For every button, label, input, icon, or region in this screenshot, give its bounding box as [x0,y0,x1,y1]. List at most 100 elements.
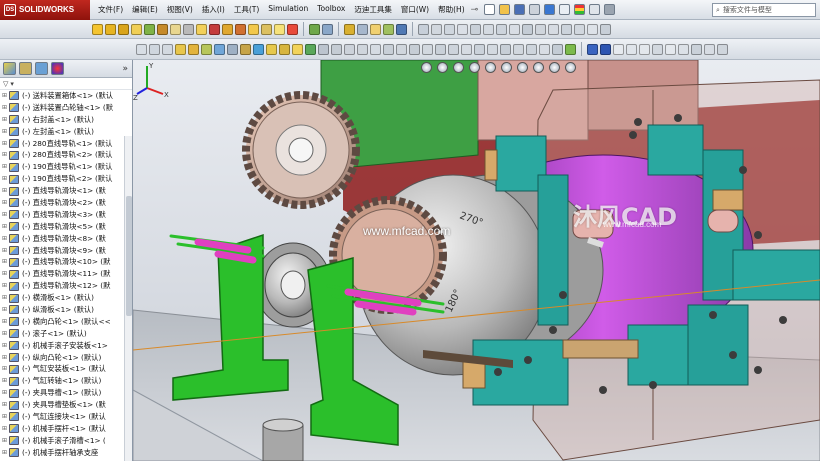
expand-icon[interactable]: ⊞ [2,340,9,352]
smart-fasteners-icon[interactable] [383,23,394,35]
teal-block-8[interactable] [687,304,749,386]
key-icon[interactable] [474,43,485,55]
expand-icon[interactable]: ⊞ [2,316,9,328]
tree-item[interactable]: ⊞ (-) 直线导轨滑块<2> (默 [0,197,132,209]
tree-item[interactable]: ⊞ (-) 机械手滚子安装板<1> [0,340,132,352]
tree-item[interactable]: ⊞ (-) 气缸安装板<1> (默认 [0,363,132,375]
section-view-icon[interactable] [457,23,468,35]
collapse-panel-icon[interactable]: » [122,64,128,74]
realview-icon[interactable] [535,23,546,35]
hide-show-icon[interactable] [496,23,507,35]
tree-item[interactable]: ⊞ (-) 机械手摆杆轴承支座 [0,447,132,459]
chamfer-icon[interactable] [183,23,194,35]
tree-item[interactable]: ⊞ (-) 气缸转轴<1> (默认) [0,375,132,387]
section-view-icon[interactable] [469,62,480,73]
new-document-icon[interactable] [484,4,496,15]
expand-icon[interactable]: ⊞ [2,209,9,221]
previous-view-icon[interactable] [453,62,464,73]
expand-icon[interactable]: ⊞ [2,292,9,304]
app-logo[interactable]: DS SOLIDWORKS [0,0,90,20]
undo-icon[interactable] [544,4,556,15]
loft-icon[interactable] [157,23,168,35]
belt-icon[interactable] [526,43,537,55]
rotate-component-icon[interactable] [370,23,381,35]
camera-icon[interactable] [600,23,611,35]
perspective-icon[interactable] [574,23,585,35]
expand-icon[interactable]: ⊞ [2,423,9,435]
instant3d-icon[interactable] [287,23,298,35]
appearance-tab-icon[interactable] [51,62,64,75]
previous-view-icon[interactable] [162,43,173,55]
reference-plane-icon[interactable] [587,43,598,55]
display-style-icon[interactable] [501,62,512,73]
expand-icon[interactable]: ⊞ [2,328,9,340]
surface-icon[interactable] [214,43,225,55]
tan-slide-3[interactable] [712,189,744,211]
text-icon[interactable] [613,43,624,55]
tree-item[interactable]: ⊞ (-) 280直线导轨<1> (默认 [0,138,132,150]
expand-icon[interactable]: ⊞ [2,447,9,459]
expand-icon[interactable]: ⊞ [2,256,9,268]
move-component-icon[interactable] [357,23,368,35]
property-manager-tab-icon[interactable] [19,62,32,75]
table-icon[interactable] [665,43,676,55]
expand-icon[interactable]: ⊞ [2,280,9,292]
tree-item[interactable]: ⊞ (-) 横向凸轮<1> (默认<< [0,316,132,328]
tree-item[interactable]: ⊞ (-) 280直线导轨<2> (默认 [0,149,132,161]
hole-wizard-icon[interactable] [248,23,259,35]
tree-item[interactable]: ⊞ (-) 直线导轨滑块<12> (默 [0,280,132,292]
tree-item[interactable]: ⊞ (-) 横滑板<1> (默认) [0,292,132,304]
shell-icon[interactable] [196,23,207,35]
teal-block-3[interactable] [537,174,569,326]
tan-slide-2[interactable] [562,339,639,359]
simulation-icon[interactable] [305,43,316,55]
more-tools-icon[interactable] [717,43,728,55]
appearance-icon[interactable] [509,23,520,35]
image-icon[interactable] [704,43,715,55]
expand-icon[interactable]: ⊞ [2,363,9,375]
tree-item[interactable]: ⊞ (-) 送料装置箱体<1> (默认 [0,90,132,102]
rebuild-icon[interactable] [574,4,586,15]
feature-tree-tab-icon[interactable] [3,62,16,75]
photoview-icon[interactable] [292,43,303,55]
bolt-icon[interactable] [422,43,433,55]
expand-icon[interactable]: ⊞ [2,304,9,316]
curves-icon[interactable] [274,23,285,35]
edit-appearance-icon[interactable] [533,62,544,73]
display-style-icon[interactable] [483,23,494,35]
weldment-icon[interactable] [240,43,251,55]
frame-icon[interactable] [678,43,689,55]
mold-tools-icon[interactable] [253,43,264,55]
tree-item[interactable]: ⊞ (-) 纵滑板<1> (默认) [0,304,132,316]
tree-item[interactable]: ⊞ (-) 190直线导轨<1> (默认 [0,161,132,173]
expand-icon[interactable]: ⊞ [2,185,9,197]
scrollbar-thumb[interactable] [126,196,132,316]
assembly-icon[interactable] [188,43,199,55]
tree-item[interactable]: ⊞ (-) 直线导轨滑块<8> (默 [0,233,132,245]
export-icon[interactable] [691,43,702,55]
view-orientation-icon[interactable] [470,23,481,35]
tree-item[interactable]: ⊞ (-) 滚子<1> (默认) [0,328,132,340]
hide-show-items-icon[interactable] [517,62,528,73]
expand-icon[interactable]: ⊞ [2,233,9,245]
file-properties-icon[interactable] [589,4,601,15]
rib-icon[interactable] [209,23,220,35]
pin-menu-icon[interactable]: ⊸ [471,5,479,15]
expand-icon[interactable]: ⊞ [2,161,9,173]
expand-icon[interactable]: ⊞ [2,114,9,126]
washer-icon[interactable] [448,43,459,55]
apply-scene-icon[interactable] [549,62,560,73]
sketch-tools-icon[interactable] [552,43,563,55]
tree-item[interactable]: ⊞ (-) 送料装置凸轮轴<1> (默 [0,102,132,114]
shadows-icon[interactable] [548,23,559,35]
tree-item[interactable]: ⊞ (-) 直线导轨滑块<3> (默 [0,209,132,221]
teal-block-2[interactable] [647,124,704,176]
ambient-occlusion-icon[interactable] [561,23,572,35]
motion-icon[interactable] [279,43,290,55]
routing-icon[interactable] [266,43,277,55]
chain-icon[interactable] [513,43,524,55]
tree-item[interactable]: ⊞ (-) 气缸连接块<1> (默认 [0,411,132,423]
gear-generator-icon[interactable] [383,43,394,55]
menu-edit[interactable]: 编辑(E) [132,4,158,15]
expand-icon[interactable]: ⊞ [2,268,9,280]
